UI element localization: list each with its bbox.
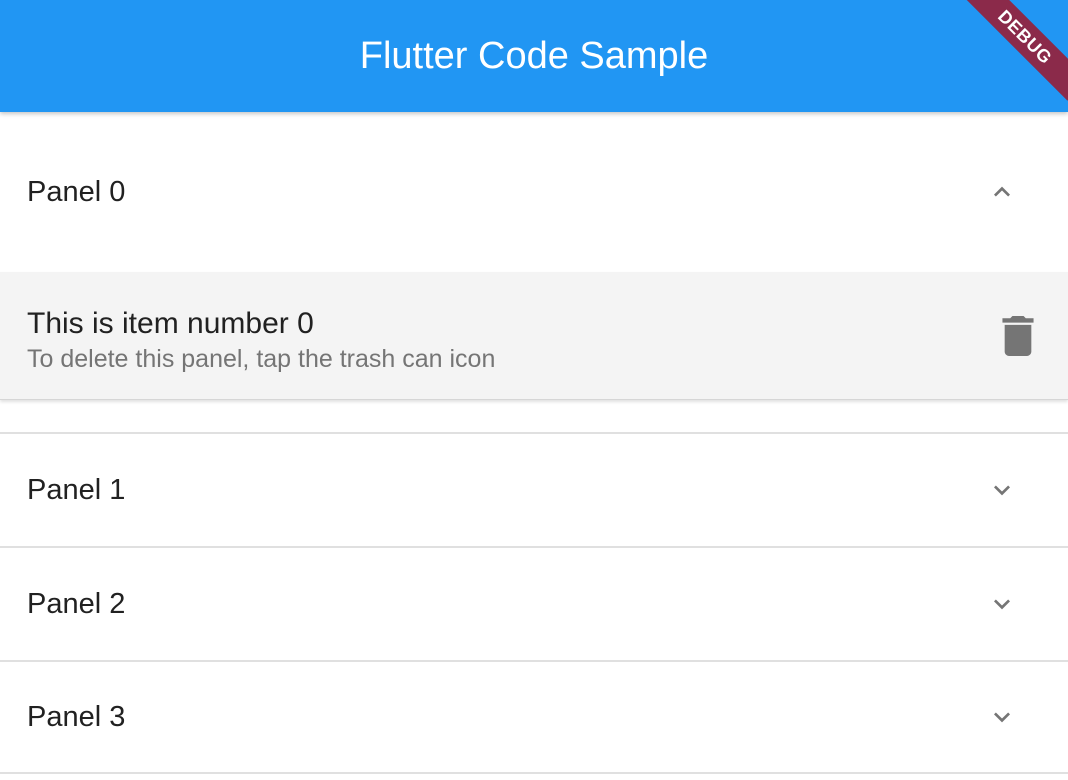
panel-3-header[interactable]: Panel 3 bbox=[0, 660, 1068, 774]
panel-1-label: Panel 1 bbox=[27, 473, 126, 506]
panel-2-label: Panel 2 bbox=[27, 587, 126, 620]
chevron-down-icon[interactable] bbox=[986, 701, 1018, 733]
chevron-down-icon[interactable] bbox=[986, 474, 1018, 506]
panel-0-header[interactable]: Panel 0 bbox=[0, 112, 1068, 272]
chevron-down-icon[interactable] bbox=[986, 588, 1018, 620]
panel-2-header[interactable]: Panel 2 bbox=[0, 546, 1068, 660]
item-title: This is item number 0 bbox=[27, 307, 314, 340]
trash-icon[interactable] bbox=[1000, 316, 1036, 356]
panel-0-label: Panel 0 bbox=[27, 175, 126, 208]
panel-1-header[interactable]: Panel 1 bbox=[0, 432, 1068, 546]
panel-spacer bbox=[0, 400, 1068, 432]
chevron-up-icon[interactable] bbox=[986, 176, 1018, 208]
app-bar: Flutter Code Sample bbox=[0, 0, 1068, 112]
panel-0-body: This is item number 0 To delete this pan… bbox=[0, 272, 1068, 400]
app-title: Flutter Code Sample bbox=[359, 34, 709, 77]
panel-3-label: Panel 3 bbox=[27, 700, 126, 733]
item-subtitle: To delete this panel, tap the trash can … bbox=[27, 345, 496, 373]
expansion-panel-list: Panel 0 This is item number 0 To delete … bbox=[0, 112, 1068, 774]
